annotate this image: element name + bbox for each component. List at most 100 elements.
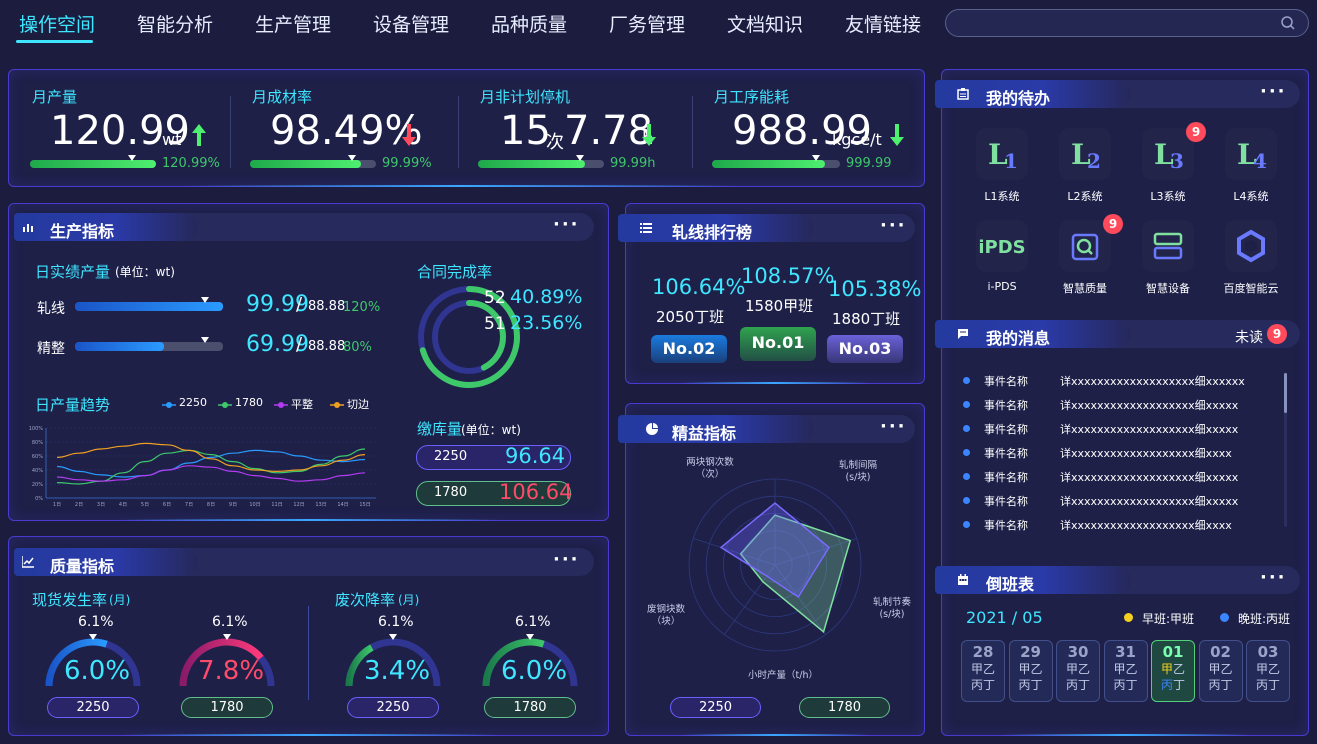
calendar-day-shift-1: 甲乙 — [1065, 662, 1090, 676]
kpi-label-1: 月成材率 — [252, 88, 313, 106]
gauge-value-2: 3.4% — [364, 656, 431, 686]
contract-pct-0: 40.89% — [510, 286, 583, 308]
calendar-day-number: 02 — [1210, 643, 1231, 661]
kpi-target-marker-1 — [348, 155, 356, 161]
gauge-name-1[interactable]: 1780 — [181, 697, 273, 718]
ranking-badge-1[interactable]: No.01 — [740, 327, 816, 361]
calendar-icon — [958, 574, 968, 585]
search-icon[interactable] — [1280, 15, 1296, 31]
stock-value-0: 96.64 — [505, 444, 566, 468]
gauge-name-2[interactable]: 2250 — [347, 697, 439, 718]
legend-label-3[interactable]: 切边 — [347, 396, 369, 412]
kpi-divider — [230, 96, 231, 168]
legend-swatch-0 — [162, 396, 176, 408]
system-device-icon[interactable] — [1142, 220, 1194, 272]
ranking-badge-2[interactable]: No.03 — [827, 335, 903, 363]
calendar-day[interactable]: 28 甲乙 丙丁 — [961, 640, 1005, 702]
kpi-unit-a-2: 次 — [546, 132, 564, 153]
calendar-day[interactable]: 29 甲乙 丙丁 — [1008, 640, 1053, 702]
message-detail: 详xxxxxxxxxxxxxxxxxxx细xxxxx — [1060, 423, 1239, 436]
unread-badge[interactable]: 9 — [1267, 324, 1287, 344]
ranking-more-button[interactable]: ··· — [880, 215, 907, 236]
messages-title: 我的消息 — [986, 329, 1051, 348]
nav-item-4[interactable]: 品种质量 — [491, 10, 567, 37]
system-label-6: 智慧设备 — [1146, 282, 1190, 295]
quality-divider — [308, 606, 309, 700]
message-item[interactable]: 事件名称 详xxxxxxxxxxxxxxxxxxx细xxxxx — [963, 465, 1273, 489]
legend-label-0[interactable]: 2250 — [179, 396, 207, 409]
nav-item-6[interactable]: 文档知识 — [727, 10, 803, 37]
kpi-label-0: 月产量 — [32, 88, 78, 106]
trend-xtick-6: 7日 — [185, 502, 193, 508]
svg-text:iPDS: iPDS — [979, 237, 1025, 258]
system-L2-icon[interactable]: L2 — [1059, 128, 1111, 180]
calendar-day-shift-2: 丙丁 — [1152, 677, 1194, 693]
kpi-label-3: 月工序能耗 — [714, 88, 790, 106]
quality-more-button[interactable]: ··· — [553, 549, 580, 570]
message-detail: 详xxxxxxxxxxxxxxxxxxx细xxxx — [1060, 519, 1232, 532]
calendar-day[interactable]: 03 甲乙 丙丁 — [1246, 640, 1290, 702]
nav-item-3[interactable]: 设备管理 — [373, 10, 449, 37]
message-item[interactable]: 事件名称 详xxxxxxxxxxxxxxxxxxx细xxxxx — [963, 489, 1273, 513]
radar-axis-label-0: 两块钢次数 — [686, 456, 734, 468]
scrap-rate-unit: (月) — [398, 593, 420, 607]
nav-item-2[interactable]: 生产管理 — [255, 10, 331, 37]
system-L4-icon[interactable]: L4 — [1225, 128, 1277, 180]
lean-button-1[interactable]: 1780 — [799, 697, 890, 718]
ranking-name-0: 2050丁班 — [656, 308, 725, 326]
message-item[interactable]: 事件名称 详xxxxxxxxxxxxxxxxxxx细xxxxx — [963, 417, 1273, 441]
messages-scrollbar[interactable] — [1284, 373, 1287, 527]
lean-more-button[interactable]: ··· — [880, 416, 907, 437]
calendar-day[interactable]: 31 甲乙 丙丁 — [1103, 640, 1148, 702]
trend-xtick-1: 2日 — [75, 502, 83, 508]
svg-text:2: 2 — [1087, 149, 1101, 172]
legend-label-1[interactable]: 1780 — [235, 396, 263, 409]
legend-swatch-2 — [274, 396, 288, 408]
system-label-4: i-PDS — [987, 280, 1017, 293]
message-name: 事件名称 — [984, 495, 1028, 508]
shift-more-button[interactable]: ··· — [1260, 567, 1287, 588]
gauge-name-0[interactable]: 2250 — [47, 697, 139, 718]
nav-item-0[interactable]: 操作空间 — [19, 10, 95, 37]
ranking-badge-0[interactable]: No.02 — [651, 335, 727, 363]
contract-num-1: 51 — [484, 314, 506, 334]
system-badge-2: 9 — [1186, 122, 1206, 142]
search-input[interactable] — [945, 9, 1309, 37]
gauge-name-3[interactable]: 1780 — [484, 697, 576, 718]
nav-active-underline — [16, 40, 93, 43]
kpi-progress-2 — [478, 155, 604, 168]
message-name: 事件名称 — [984, 375, 1028, 388]
calendar-day[interactable]: 01 甲乙 丙丁 — [1151, 640, 1195, 702]
production-title: 生产指标 — [50, 222, 115, 241]
shift-month[interactable]: 2021 / 05 — [966, 608, 1043, 627]
prod-row-slash-1: / — [296, 334, 303, 355]
trend-xtick-10: 11日 — [271, 502, 282, 508]
system-cloud-icon[interactable] — [1225, 220, 1277, 272]
system-L1-icon[interactable]: L1 — [976, 128, 1028, 180]
trend-xtick-13: 14日 — [337, 502, 348, 508]
kpi-target-marker-0 — [128, 155, 136, 161]
message-item[interactable]: 事件名称 详xxxxxxxxxxxxxxxxxxx细xxxx — [963, 441, 1273, 465]
message-item[interactable]: 事件名称 详xxxxxxxxxxxxxxxxxxx细xxxxx — [963, 393, 1273, 417]
nav-item-1[interactable]: 智能分析 — [137, 10, 213, 37]
calendar-day[interactable]: 02 甲乙 丙丁 — [1198, 640, 1243, 702]
todo-more-button[interactable]: ··· — [1260, 81, 1287, 102]
messages-scroll-thumb[interactable] — [1284, 373, 1287, 413]
contract-pct-1: 23.56% — [510, 312, 583, 334]
nav-item-7[interactable]: 友情链接 — [845, 10, 921, 37]
message-item[interactable]: 事件名称 详xxxxxxxxxxxxxxxxxxx细xxxxxx — [963, 369, 1273, 393]
prod-row-total-0: 88.88 — [308, 299, 346, 314]
svg-text:4: 4 — [1253, 149, 1267, 172]
spot-rate-title: 现货发生率 — [32, 591, 108, 609]
prod-row-rate-1: 80% — [343, 340, 372, 355]
pie-chart-icon — [646, 423, 658, 435]
gauge-value-0: 6.0% — [64, 656, 131, 686]
nav-item-5[interactable]: 厂务管理 — [609, 10, 685, 37]
lean-button-0[interactable]: 2250 — [670, 697, 761, 718]
system-iPDS-icon[interactable]: iPDS — [976, 220, 1028, 272]
production-more-button[interactable]: ··· — [553, 214, 580, 235]
calendar-day[interactable]: 30 甲乙 丙丁 — [1056, 640, 1100, 702]
legend-label-2[interactable]: 平整 — [291, 396, 313, 412]
message-item[interactable]: 事件名称 详xxxxxxxxxxxxxxxxxxx细xxxx — [963, 513, 1273, 537]
calendar-day-shift-2: 丙丁 — [1018, 678, 1043, 692]
